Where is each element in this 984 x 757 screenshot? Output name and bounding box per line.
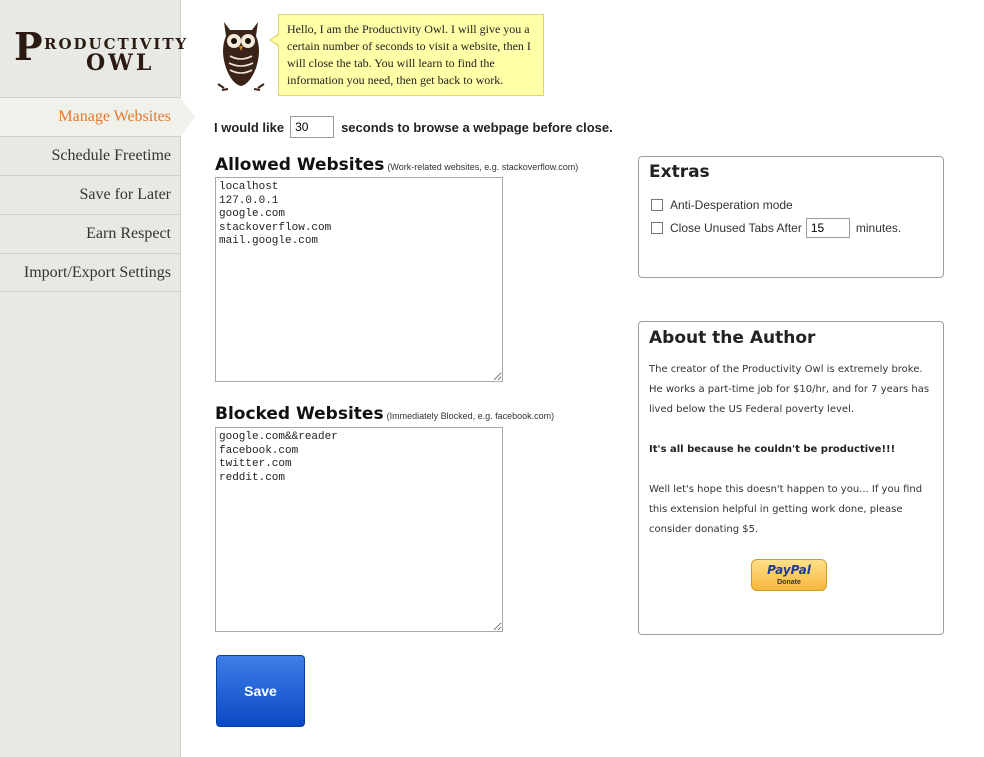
- sidebar-item-label: Manage Websites: [58, 108, 171, 125]
- close-after-minutes-input[interactable]: [805, 218, 850, 238]
- sidebar-item-label: Earn Respect: [86, 225, 171, 242]
- sidebar-item-import-export-settings[interactable]: Import/Export Settings: [0, 253, 181, 292]
- author-paragraph-3: Well let's hope this doesn't happen to y…: [649, 484, 923, 535]
- sidebar-item-label: Schedule Freetime: [51, 147, 171, 164]
- close-minutes-suffix: minutes.: [855, 221, 902, 235]
- donate-label: Donate: [777, 579, 801, 586]
- productivity-owl-logo: P RODUCTIVITY OWL: [14, 24, 186, 77]
- blocked-websites-subtitle: (Immediately Blocked, e.g. facebook.com): [386, 411, 555, 421]
- sidebar-item-label: Save for Later: [79, 186, 171, 203]
- anti-desperation-row: Anti-Desperation mode: [651, 198, 793, 212]
- seconds-suffix-label: seconds to browse a webpage before close…: [341, 119, 613, 135]
- paypal-logo-text: PayPal: [767, 563, 811, 577]
- allowed-websites-title: Allowed Websites: [215, 155, 385, 175]
- allowed-websites-heading: Allowed Websites (Work-related websites, …: [215, 155, 578, 175]
- sidebar-item-save-for-later[interactable]: Save for Later: [0, 175, 181, 214]
- allowed-websites-textarea[interactable]: localhost 127.0.0.1 google.com stackover…: [215, 177, 503, 382]
- paypal-donate-button[interactable]: PayPal Donate: [751, 559, 827, 591]
- sidebar-item-label: Import/Export Settings: [23, 264, 171, 281]
- blocked-websites-title: Blocked Websites: [215, 404, 384, 424]
- about-author-panel: About the Author The creator of the Prod…: [638, 321, 944, 635]
- extras-panel: Extras Anti-Desperation mode Close Unuse…: [638, 156, 944, 278]
- logo-word-owl: OWL: [86, 50, 155, 76]
- close-unused-tabs-checkbox[interactable]: [651, 222, 663, 234]
- sidebar-item-manage-websites[interactable]: Manage Websites: [0, 97, 195, 136]
- sidebar-item-schedule-freetime[interactable]: Schedule Freetime: [0, 136, 181, 175]
- sidebar-item-earn-respect[interactable]: Earn Respect: [0, 214, 181, 253]
- author-paragraph-2: It's all because he couldn't be producti…: [649, 444, 896, 455]
- close-unused-tabs-row: Close Unused Tabs After minutes.: [651, 218, 901, 238]
- seconds-input[interactable]: [290, 116, 335, 138]
- owl-message: Hello, I am the Productivity Owl. I will…: [287, 22, 531, 87]
- close-unused-tabs-label: Close Unused Tabs After: [670, 221, 802, 235]
- about-author-title: About the Author: [649, 328, 816, 348]
- anti-desperation-label: Anti-Desperation mode: [670, 198, 793, 212]
- browse-seconds-row: I would like seconds to browse a webpage…: [214, 116, 613, 138]
- author-paragraph-1: The creator of the Productivity Owl is e…: [649, 364, 930, 415]
- blocked-websites-heading: Blocked Websites (Immediately Blocked, e.…: [215, 404, 554, 424]
- save-button[interactable]: Save: [216, 655, 305, 727]
- logo-letter-p: P: [14, 24, 43, 69]
- seconds-prefix-label: I would like: [214, 119, 285, 135]
- owl-icon: [217, 22, 265, 91]
- blocked-websites-textarea[interactable]: google.com&&reader facebook.com twitter.…: [215, 427, 503, 632]
- allowed-websites-subtitle: (Work-related websites, e.g. stackoverfl…: [387, 162, 579, 172]
- sidebar: P RODUCTIVITY OWL Manage Websites Schedu…: [0, 0, 195, 757]
- owl-speech-bubble: Hello, I am the Productivity Owl. I will…: [269, 14, 544, 96]
- extras-title: Extras: [649, 162, 710, 182]
- anti-desperation-checkbox[interactable]: [651, 199, 663, 211]
